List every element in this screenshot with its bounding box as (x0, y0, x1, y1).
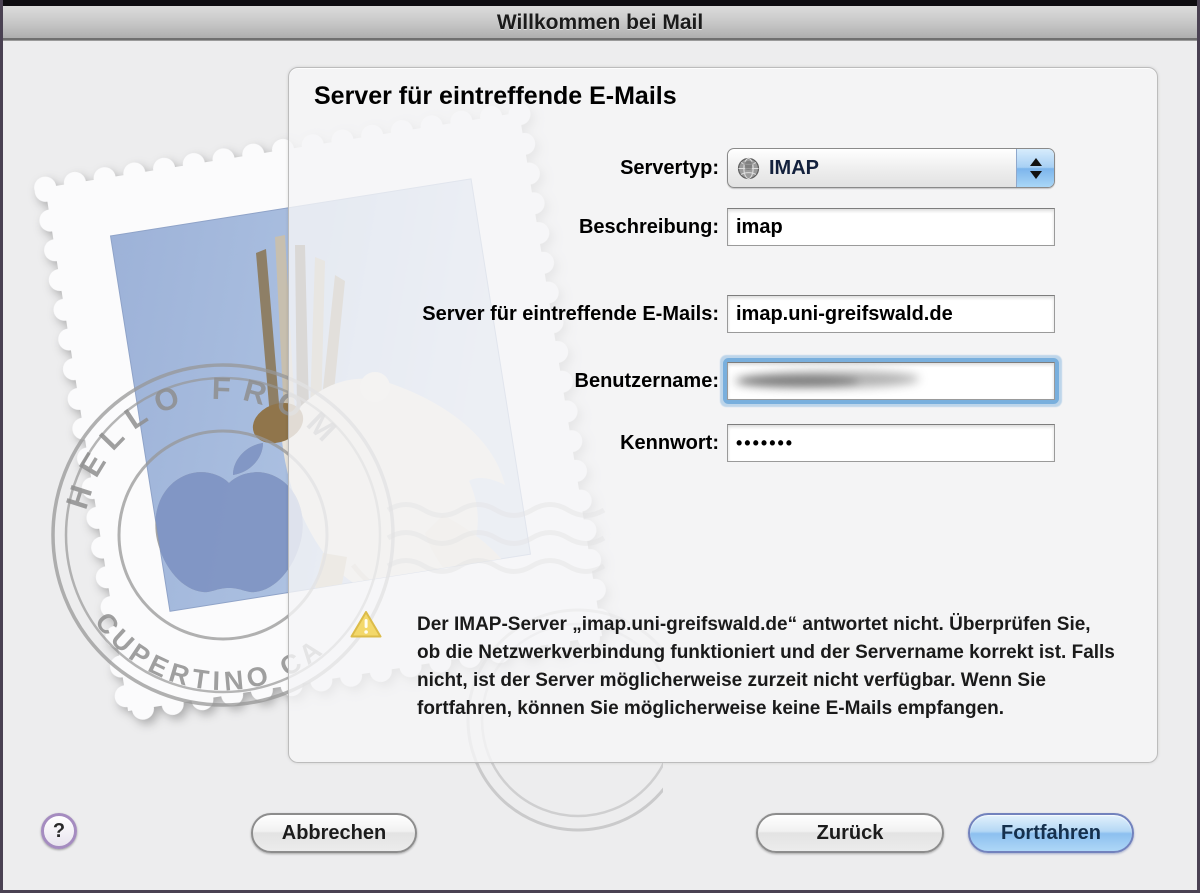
globe-icon (737, 157, 760, 180)
back-button[interactable]: Zurück (756, 813, 944, 853)
window-title: Willkommen bei Mail (3, 6, 1197, 39)
mail-welcome-window: Willkommen bei Mail (0, 0, 1200, 893)
dialog-panel: Server für eintreffende E-Mails Serverty… (288, 67, 1158, 763)
help-button[interactable]: ? (41, 813, 77, 849)
cancel-button[interactable]: Abbrechen (251, 813, 417, 853)
password-input[interactable] (727, 424, 1055, 462)
servertype-value: IMAP (769, 157, 819, 180)
chevron-down-icon (1030, 171, 1042, 179)
dialog-heading: Server für eintreffende E-Mails (314, 82, 677, 111)
description-input[interactable] (727, 208, 1055, 246)
row-username: Benutzername: (289, 362, 1157, 400)
row-description: Beschreibung: (289, 208, 1157, 246)
warning-triangle-icon (349, 609, 383, 640)
continue-button[interactable]: Fortfahren (968, 813, 1134, 853)
username-input[interactable] (727, 362, 1055, 400)
row-servertype: Servertyp: IMAP (289, 148, 1157, 188)
row-incoming-server: Server für eintreffende E-Mails: (289, 295, 1157, 333)
username-focus-ring (727, 362, 1055, 400)
warning-text: Der IMAP-Server „imap.uni-greifswald.de“… (417, 611, 1117, 723)
password-label: Kennwort: (289, 432, 727, 455)
servertype-popup[interactable]: IMAP (727, 148, 1055, 188)
username-label: Benutzername: (289, 370, 727, 393)
window-titlebar[interactable]: Willkommen bei Mail (3, 6, 1197, 40)
row-password: Kennwort: (289, 424, 1157, 462)
chevron-up-icon (1030, 158, 1042, 166)
incoming-server-label: Server für eintreffende E-Mails: (289, 303, 727, 326)
popup-stepper[interactable] (1016, 149, 1054, 187)
incoming-server-input[interactable] (727, 295, 1055, 333)
servertype-label: Servertyp: (289, 157, 727, 180)
apple-logo (155, 443, 302, 592)
description-label: Beschreibung: (289, 216, 727, 239)
